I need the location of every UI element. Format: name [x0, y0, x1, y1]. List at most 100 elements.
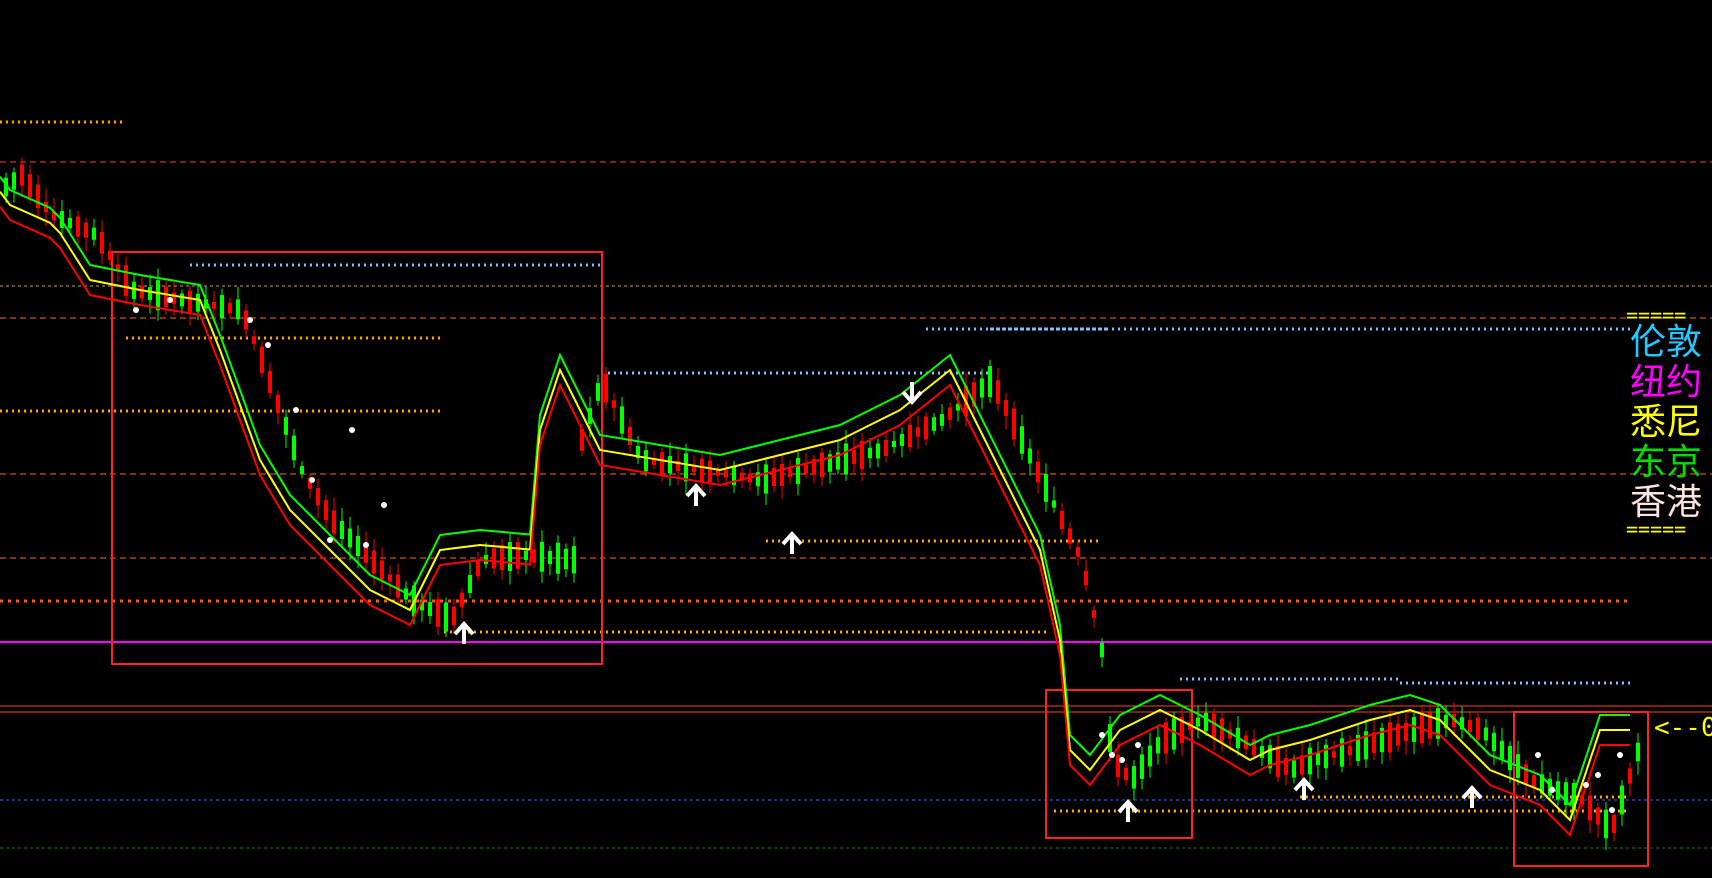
- candle-body: [300, 465, 304, 475]
- candle-body: [1012, 408, 1016, 440]
- signal-dot: [247, 317, 253, 323]
- candle-body: [908, 424, 912, 448]
- signal-dot: [309, 477, 315, 483]
- candle-body: [1476, 717, 1480, 740]
- current-price-label: <--0: [1654, 713, 1712, 743]
- candle-body: [1092, 610, 1096, 618]
- candle-body: [564, 548, 568, 570]
- candle-body: [452, 606, 456, 626]
- candle-body: [108, 250, 112, 261]
- candle-body: [1500, 740, 1504, 760]
- candle-body: [1524, 764, 1528, 784]
- candle-body: [1316, 751, 1320, 766]
- candle-body: [1100, 642, 1104, 658]
- candle-body: [1172, 718, 1176, 750]
- candle-body: [20, 164, 24, 186]
- candle-body: [332, 510, 336, 534]
- moving-averages: [0, 176, 1630, 837]
- candle-body: [1508, 745, 1512, 771]
- candle-body: [932, 417, 936, 431]
- signal-dot: [1617, 752, 1623, 758]
- price-chart: ===== 伦敦 纽约 悉尼 东京 香港 ===== <--0: [0, 120, 1712, 867]
- candle-body: [548, 550, 552, 565]
- signal-dot: [349, 427, 355, 433]
- candle-body: [508, 541, 512, 572]
- candle-body: [1028, 448, 1032, 464]
- candle-body: [476, 559, 480, 577]
- candle-body: [92, 227, 96, 240]
- signal-dot: [1583, 782, 1589, 788]
- candle-body: [780, 464, 784, 486]
- session-legend: ===== 伦敦 纽约 悉尼 东京 香港 =====: [1626, 303, 1702, 541]
- candle-body: [868, 447, 872, 459]
- candle-body: [1036, 461, 1040, 483]
- candle-body: [348, 528, 352, 548]
- candle-body: [532, 549, 536, 563]
- candle-body: [1068, 528, 1072, 544]
- candle-body: [1076, 547, 1080, 557]
- ma-yellow-line: [0, 191, 1630, 822]
- candle-body: [1484, 727, 1488, 741]
- candle-body: [132, 281, 136, 300]
- candle-body: [1132, 766, 1136, 789]
- signal-dot: [1535, 752, 1541, 758]
- candle-body: [164, 286, 168, 308]
- legend-item-newyork: 纽约: [1630, 362, 1702, 403]
- candle-body: [1372, 732, 1376, 754]
- candle-body: [620, 406, 624, 434]
- candle-body: [148, 287, 152, 301]
- candle-body: [1348, 745, 1352, 756]
- candle-body: [1492, 732, 1496, 752]
- candle-body: [1260, 746, 1264, 758]
- candle-body: [492, 548, 496, 569]
- legend-item-tokyo: 东京: [1630, 442, 1702, 483]
- candle-body: [284, 417, 288, 435]
- candle-body: [156, 280, 160, 311]
- candle-body: [804, 464, 808, 474]
- candle-body: [1636, 742, 1640, 762]
- candle-body: [324, 500, 328, 520]
- candle-body: [980, 378, 984, 398]
- candle-body: [884, 440, 888, 456]
- candle-body: [180, 293, 184, 307]
- legend-divider-bottom: =====: [1626, 517, 1686, 541]
- candle-body: [220, 295, 224, 319]
- candle-body: [844, 443, 848, 475]
- candle-body: [260, 346, 264, 374]
- candle-body: [1308, 747, 1312, 775]
- candle-body: [196, 293, 200, 312]
- candle-body: [628, 426, 632, 446]
- candle-body: [1140, 754, 1144, 779]
- candle-body: [1148, 745, 1152, 767]
- candle-body: [1604, 809, 1608, 839]
- candle-body: [1620, 785, 1624, 815]
- candle-body: [1292, 760, 1296, 778]
- candle-body: [876, 443, 880, 459]
- signal-dot: [1135, 742, 1141, 748]
- candle-body: [188, 290, 192, 312]
- candle-body: [36, 184, 40, 209]
- candle-body: [684, 453, 688, 482]
- candle-body: [924, 416, 928, 440]
- signal-dot: [1119, 757, 1125, 763]
- candle-body: [100, 232, 104, 254]
- candle-body: [460, 592, 464, 608]
- candle-body: [1204, 712, 1208, 732]
- candle-body: [1156, 737, 1160, 754]
- candle-body: [396, 574, 400, 598]
- candle-body: [388, 574, 392, 582]
- candle-body: [124, 265, 128, 296]
- candle-body: [516, 542, 520, 569]
- signal-dot: [381, 502, 387, 508]
- candle-body: [1596, 807, 1600, 825]
- candle-body: [68, 217, 72, 229]
- candle-body: [372, 550, 376, 574]
- legend-item-london: 伦敦: [1630, 322, 1702, 363]
- candle-body: [524, 550, 528, 561]
- candle-body: [668, 456, 672, 474]
- candle-body: [1060, 510, 1064, 530]
- legend-item-sydney: 悉尼: [1630, 402, 1702, 443]
- signal-dot: [327, 537, 333, 543]
- candle-body: [708, 460, 712, 483]
- candle-body: [1196, 717, 1200, 727]
